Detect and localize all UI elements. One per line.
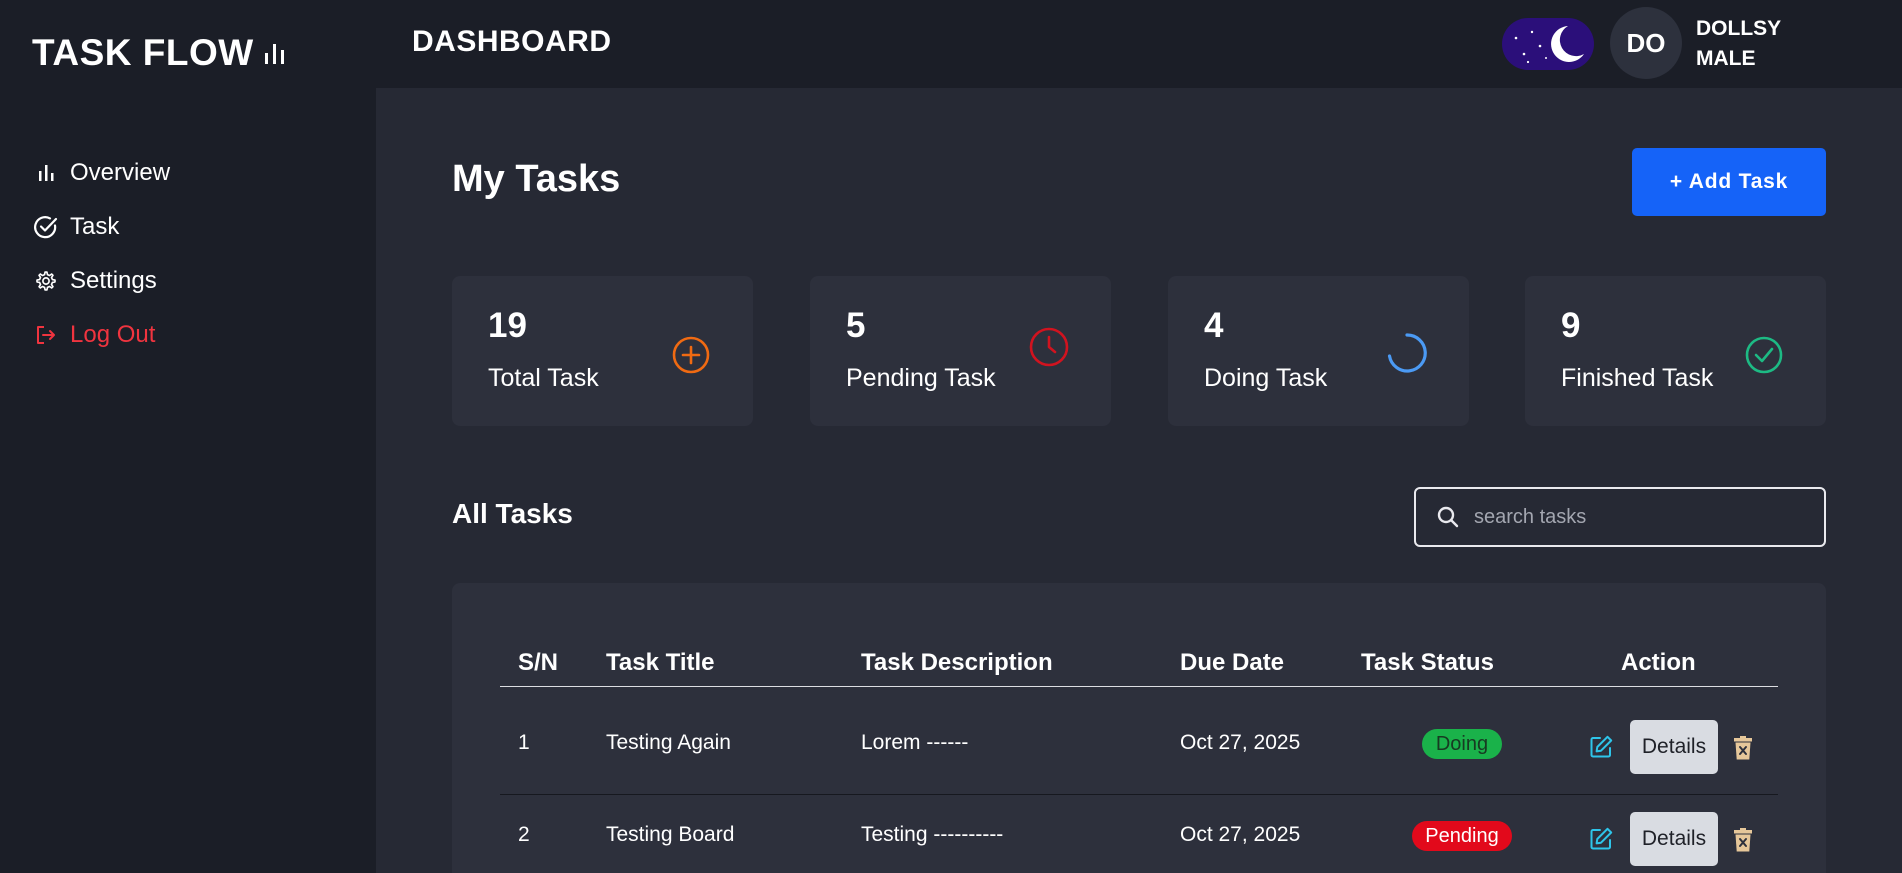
cell-title: Testing Board — [606, 823, 735, 846]
sidebar-nav: Overview Task Settings Log Out — [32, 146, 170, 362]
status-badge: Pending — [1412, 821, 1512, 851]
page-title: My Tasks — [452, 158, 621, 200]
bar-chart-icon — [32, 159, 60, 187]
user-name: DOLLSY MALE — [1696, 14, 1781, 74]
cell-title: Testing Again — [606, 731, 731, 754]
add-task-button[interactable]: + Add Task — [1632, 148, 1826, 216]
table-row: 2 Testing Board Testing ---------- Oct 2… — [500, 795, 1778, 873]
column-header-status: Task Status — [1361, 649, 1494, 676]
stat-value: 5 — [846, 306, 866, 345]
brand-logo[interactable]: TASK FLOW — [32, 32, 286, 74]
column-header-title: Task Title — [606, 649, 715, 676]
stat-label: Pending Task — [846, 364, 996, 392]
brand-title: TASK FLOW — [32, 32, 254, 73]
cell-description: Testing ---------- — [861, 823, 1004, 846]
tasks-table: S/N Task Title Task Description Due Date… — [452, 583, 1826, 873]
page-header-title: DASHBOARD — [412, 25, 612, 58]
stat-card-pending: 5 Pending Task — [810, 276, 1111, 426]
spinner-icon — [1387, 333, 1427, 373]
stat-card-doing: 4 Doing Task — [1168, 276, 1469, 426]
sidebar-item-label: Settings — [70, 267, 157, 294]
delete-button[interactable] — [1731, 827, 1755, 853]
stat-card-finished: 9 Finished Task — [1525, 276, 1826, 426]
search-input[interactable] — [1474, 505, 1794, 529]
section-title: All Tasks — [452, 498, 573, 529]
gear-icon — [32, 267, 60, 295]
sidebar-item-logout[interactable]: Log Out — [32, 308, 170, 362]
column-header-due-date: Due Date — [1180, 649, 1285, 676]
moon-icon — [1514, 26, 1584, 64]
search-box — [1414, 487, 1826, 547]
check-circle-icon — [32, 213, 60, 241]
sidebar-item-overview[interactable]: Overview — [32, 146, 170, 200]
logout-icon — [32, 321, 60, 349]
stat-card-total: 19 Total Task — [452, 276, 753, 426]
top-header: DASHBOARD DO DOLLSY MALE — [376, 0, 1902, 88]
sidebar-item-settings[interactable]: Settings — [32, 254, 170, 308]
cell-sn: 1 — [518, 731, 530, 754]
stat-label: Total Task — [488, 364, 599, 392]
sidebar-item-label: Task — [70, 213, 120, 240]
avatar[interactable]: DO — [1610, 7, 1682, 79]
column-header-description: Task Description — [861, 649, 1053, 676]
check-circle-icon — [1745, 336, 1783, 374]
sidebar-item-task[interactable]: Task — [32, 200, 170, 254]
sidebar-item-label: Overview — [70, 159, 171, 186]
edit-icon — [1590, 827, 1613, 850]
edit-button[interactable] — [1587, 825, 1615, 853]
column-header-action: Action — [1621, 649, 1696, 676]
plus-circle-icon — [672, 336, 710, 374]
trash-icon — [1734, 828, 1752, 852]
column-header-sn: S/N — [518, 649, 559, 676]
user-first-name: DOLLSY — [1696, 17, 1782, 40]
table-row: 1 Testing Again Lorem ------ Oct 27, 202… — [500, 703, 1778, 795]
stat-value: 9 — [1561, 306, 1581, 345]
user-last-name: MALE — [1696, 47, 1756, 70]
stat-value: 4 — [1204, 306, 1224, 345]
cell-description: Lorem ------ — [861, 731, 969, 754]
stat-value: 19 — [488, 306, 527, 345]
bar-chart-icon — [264, 44, 284, 64]
cell-sn: 2 — [518, 823, 530, 846]
sidebar: TASK FLOW Overview Task Settings Log Out — [0, 0, 376, 873]
trash-icon — [1734, 736, 1752, 760]
cell-due-date: Oct 27, 2025 — [1180, 731, 1301, 754]
stat-label: Doing Task — [1204, 364, 1328, 392]
edit-button[interactable] — [1587, 733, 1615, 761]
edit-icon — [1590, 735, 1613, 758]
status-badge: Doing — [1422, 729, 1502, 759]
cell-due-date: Oct 27, 2025 — [1180, 823, 1301, 846]
clock-icon — [1029, 327, 1069, 367]
details-button[interactable]: Details — [1630, 812, 1718, 866]
search-icon — [1437, 506, 1459, 528]
details-button[interactable]: Details — [1630, 720, 1718, 774]
stat-label: Finished Task — [1561, 364, 1714, 392]
delete-button[interactable] — [1731, 735, 1755, 761]
table-header: S/N Task Title Task Description Due Date… — [500, 649, 1778, 687]
sidebar-item-label: Log Out — [70, 321, 156, 348]
theme-toggle[interactable] — [1502, 18, 1594, 70]
